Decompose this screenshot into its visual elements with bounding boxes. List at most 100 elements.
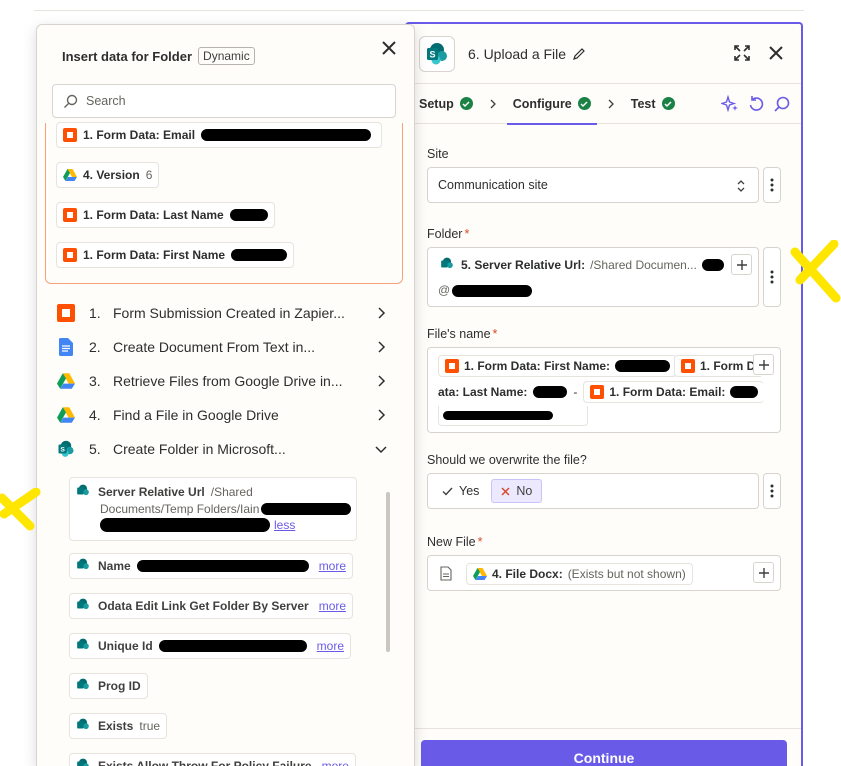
file-docx-token[interactable]: 4. File Docx: (Exists but not shown): [466, 563, 693, 585]
sharepoint-icon: [76, 638, 92, 654]
separator-text: -: [573, 385, 578, 399]
data-item-key: Exists Allow Throw For Policy Failure: [98, 759, 312, 766]
configure-form: Site Communication site Folder * 5. Serve…: [407, 147, 801, 591]
less-link[interactable]: less: [274, 518, 295, 532]
footer-divider: [407, 728, 801, 729]
search-input[interactable]: [86, 94, 386, 108]
site-field-group: Site Communication site: [427, 147, 781, 203]
x-icon: [501, 486, 510, 496]
popup-scrollbar[interactable]: [386, 492, 390, 652]
step-row-4[interactable]: 4. Find a File in Google Drive: [57, 398, 387, 432]
site-select[interactable]: Communication site: [427, 167, 759, 203]
more-link[interactable]: more: [319, 559, 346, 573]
data-item-key: Unique Id: [98, 639, 153, 653]
filename-field-group: File's name * 1. Form Data: First Name: 1…: [427, 327, 781, 433]
search-icon[interactable]: [773, 95, 791, 113]
first-name-token[interactable]: 1. Form Data: First Name:: [438, 355, 678, 377]
email-token-start[interactable]: 1. Form D: [674, 355, 762, 377]
add-token-button[interactable]: [753, 354, 774, 375]
undo-icon[interactable]: [747, 95, 765, 113]
recent-item-last-name[interactable]: 1. Form Data: Last Name: [56, 202, 275, 228]
chevron-right-icon: [378, 409, 386, 421]
chevron-right-icon: [490, 99, 496, 108]
folder-options-kebab[interactable]: [763, 247, 781, 307]
data-item-exists-allow-throw[interactable]: Exists Allow Throw For Policy Failure mo…: [69, 753, 356, 766]
recent-item-version[interactable]: 4. Version 6: [56, 162, 160, 188]
kebab-icon: [770, 484, 774, 498]
step-row-3[interactable]: 3. Retrieve Files from Google Drive in..…: [57, 364, 387, 398]
tab-configure[interactable]: Configure: [506, 84, 597, 125]
recent-item-first-name[interactable]: 1. Form Data: First Name: [56, 242, 295, 268]
data-item-server-relative-url[interactable]: Server Relative Url /Shared Documents/Te…: [69, 477, 357, 541]
token-value: (Exists but not shown): [567, 567, 686, 581]
token-key: 1. Form Data: Email:: [609, 385, 726, 399]
zapier-forms-icon: [590, 385, 605, 399]
recent-item-value: 6: [145, 168, 153, 182]
step-title[interactable]: 6. Upload a File: [468, 46, 566, 62]
expand-icon[interactable]: [731, 42, 753, 64]
more-link[interactable]: more: [322, 759, 349, 766]
continue-button[interactable]: Continue: [421, 740, 787, 766]
annotation-mark-right: [790, 240, 841, 303]
data-item-name[interactable]: Name more: [69, 553, 354, 579]
redaction: [100, 518, 270, 532]
email-token-end: [438, 406, 588, 426]
step-title: Find a File in Google Drive: [113, 407, 279, 423]
zapier-forms-icon: [57, 304, 75, 322]
tab-setup[interactable]: Setup: [419, 84, 473, 124]
plus-icon: [758, 567, 769, 578]
data-item-prog-id[interactable]: Prog ID: [69, 673, 148, 699]
more-link[interactable]: more: [317, 639, 344, 653]
token-continued: ata: Last Name:: [438, 385, 528, 399]
background-divider: [34, 10, 804, 11]
close-icon[interactable]: [765, 42, 787, 64]
chevron-down-icon: [375, 446, 387, 454]
email-token[interactable]: 1. Form Data: Email:: [583, 381, 765, 403]
step-row-5[interactable]: S 5. Create Folder in Microsoft...: [57, 432, 387, 466]
step-row-1[interactable]: 1. Form Submission Created in Zapier...: [57, 296, 387, 330]
new-file-input[interactable]: 4. File Docx: (Exists but not shown): [427, 555, 781, 591]
check-icon: [442, 487, 453, 496]
ai-sparkle-icon[interactable]: [721, 95, 739, 113]
pencil-icon[interactable]: [572, 47, 586, 61]
sharepoint-icon: [76, 598, 92, 614]
add-token-button[interactable]: [731, 254, 752, 275]
recent-item-email[interactable]: 1. Form Data: Email: [56, 122, 382, 148]
chevron-right-icon: [608, 99, 614, 108]
site-value: Communication site: [438, 178, 548, 192]
folder-input[interactable]: 5. Server Relative Url: /Shared Documen.…: [427, 247, 759, 307]
svg-text:S: S: [429, 49, 435, 59]
no-option[interactable]: No: [491, 479, 543, 503]
plus-icon: [736, 259, 747, 270]
yes-option[interactable]: Yes: [434, 480, 487, 502]
site-options-kebab[interactable]: [763, 167, 781, 203]
overwrite-options-kebab[interactable]: [763, 473, 781, 509]
plus-icon: [758, 359, 769, 370]
sharepoint-app-icon: S: [419, 35, 455, 72]
no-label: No: [516, 484, 533, 498]
filename-input[interactable]: 1. Form Data: First Name: 1. Form D ata:…: [427, 347, 781, 433]
data-item-unique-id[interactable]: Unique Id more: [69, 633, 352, 659]
yes-label: Yes: [459, 484, 480, 498]
close-icon[interactable]: [380, 39, 398, 57]
data-item-value: /Shared: [210, 485, 253, 499]
zapier-forms-icon: [63, 248, 77, 262]
add-token-button[interactable]: [753, 562, 774, 583]
data-item-exists[interactable]: Exists true: [69, 713, 168, 739]
step-title: Create Document From Text in...: [113, 339, 316, 355]
tab-label: Configure: [512, 96, 572, 111]
search-field: [52, 84, 396, 118]
sharepoint-icon: S: [57, 440, 75, 458]
chevron-right-icon: [378, 341, 386, 353]
redaction: [533, 386, 568, 398]
google-drive-icon: [57, 372, 75, 390]
step-row-2[interactable]: 2. Create Document From Text in...: [57, 330, 387, 364]
annotation-mark-left: [0, 488, 41, 531]
tab-test[interactable]: Test: [631, 84, 675, 124]
insert-data-popup: Insert data for Folder Dynamic 1. Form D…: [36, 24, 415, 766]
more-link[interactable]: more: [319, 599, 346, 613]
zapier-forms-icon: [63, 128, 77, 142]
kebab-icon: [770, 270, 774, 284]
folder-token-pill[interactable]: 5. Server Relative Url: /Shared Documen.…: [438, 255, 726, 275]
data-item-odata-edit-link[interactable]: Odata Edit Link Get Folder By Server mor…: [69, 593, 354, 619]
